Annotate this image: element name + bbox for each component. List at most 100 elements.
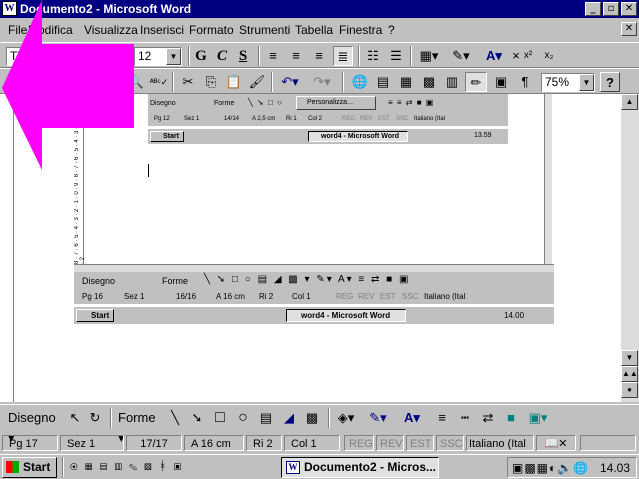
font-color-icon[interactable]: A▾ (480, 46, 508, 66)
maximize-button[interactable]: ▫ (603, 2, 619, 16)
start-button[interactable]: Start (2, 457, 57, 478)
dash-style-icon[interactable]: ┅ (455, 408, 475, 428)
document-map-icon[interactable]: ▣ (491, 72, 511, 92)
align-right-icon[interactable]: ≡ (310, 46, 328, 66)
line-style-icon[interactable]: ≡ (432, 408, 452, 428)
menu-formato[interactable]: Formato (189, 23, 234, 37)
menu-inserisci[interactable]: Inserisci (140, 23, 184, 37)
status-language[interactable]: Italiano (Ital (466, 435, 534, 451)
menu-help[interactable]: ? (388, 23, 395, 37)
document-close-button[interactable]: ✕ (621, 22, 637, 36)
font-size-select[interactable]: 12 ▼ (134, 47, 182, 66)
arrow-style-icon[interactable]: ⇄ (478, 408, 498, 428)
small-status-bar: Pg 12 Sez 1 14/14 A 2,5 cm Ri 1 Col 2 RE… (148, 114, 508, 126)
document-window-buttons: ✕ (621, 22, 637, 36)
status-line: Ri 2 (246, 435, 282, 451)
spelling-status-icon[interactable]: 📖✕ (536, 435, 576, 451)
tray-icons[interactable]: ▣▩▦◐🔈🌐 (512, 461, 589, 475)
select-objects-icon[interactable]: ↖ (66, 408, 84, 428)
excel-icon[interactable]: ▩ (419, 72, 439, 92)
help-button[interactable]: ? (600, 72, 620, 92)
pasted-screenshot-small: Disegno Forme ╲ ➘ □ ○ Personalizza... ≡ … (148, 94, 508, 146)
magenta-arrow-annotation (2, 0, 134, 170)
justify-icon[interactable]: ≣ (333, 46, 353, 66)
close-button[interactable]: ✕ (621, 2, 637, 16)
arrow-icon[interactable]: ➘ (188, 408, 206, 428)
show-formatting-icon[interactable]: ¶ (515, 72, 535, 92)
nested-forme-label: Forme (162, 276, 189, 286)
highlight-icon[interactable]: ✎▾ (446, 46, 476, 66)
status-ssc[interactable]: SSC (436, 435, 464, 451)
minimize-button[interactable]: _ (585, 2, 601, 16)
drawing-icon[interactable]: ✏ (465, 72, 487, 92)
insert-table-icon[interactable]: ▦ (396, 72, 416, 92)
align-left-icon[interactable]: ≡ (264, 46, 282, 66)
hyperlink-icon[interactable]: 🌐 (350, 72, 370, 92)
border-icon[interactable]: ▦▾ (416, 46, 442, 66)
personalizza-menu-item[interactable]: Personalizza... (296, 96, 376, 110)
scroll-up-icon[interactable]: ▲ (621, 94, 638, 110)
spelling-icon[interactable]: ᴬᴮᶜ✓ (148, 72, 170, 92)
paste-icon[interactable]: 📋 (224, 72, 244, 92)
underline-button[interactable]: S (234, 46, 252, 66)
drawing-toolbar: Disegno ▾ ↖ ↻ Forme ▾ ╲ ➘ □ ○ ▤ ◢ ▩ ◈▾ ✎… (0, 404, 639, 445)
disegno-menu[interactable]: Disegno ▾ (8, 408, 60, 445)
status-rec[interactable]: REG (344, 435, 374, 451)
font-size-value: 12 (138, 49, 152, 63)
zoom-select[interactable]: 75% ▼ (541, 73, 595, 92)
chevron-down-icon[interactable]: ▼ (166, 48, 181, 65)
bullet-list-icon[interactable]: ☰ (387, 46, 405, 66)
status-rev[interactable]: REV (376, 435, 404, 451)
columns-icon[interactable]: ▥ (442, 72, 462, 92)
3d-icon[interactable]: ▣▾ (524, 408, 552, 428)
clipart-icon[interactable]: ▩ (302, 408, 322, 428)
menu-strumenti[interactable]: Strumenti (239, 23, 290, 37)
text-cursor (148, 164, 149, 177)
shadow-icon[interactable]: ■ (501, 408, 521, 428)
tables-borders-icon[interactable]: ▤ (373, 72, 393, 92)
status-section: Sez 1 (60, 435, 124, 451)
menu-tabella[interactable]: Tabella (295, 23, 333, 37)
align-center-icon[interactable]: ≡ (287, 46, 305, 66)
undo-icon[interactable]: ↶▾ (276, 72, 304, 92)
cut-icon[interactable]: ✂ (178, 72, 198, 92)
status-empty (580, 435, 636, 451)
menu-finestra[interactable]: Finestra (339, 23, 382, 37)
wordart-icon[interactable]: ◢ (279, 408, 299, 428)
word-window: W Documento2 - Microsoft Word _ ▫ ✕ File… (0, 0, 639, 479)
textbox-icon[interactable]: ▤ (256, 408, 276, 428)
rectangle-icon[interactable]: □ (210, 408, 230, 428)
taskbar: Start ◉▦▤▥✎▩ᚼ▣ W Documento2 - Micros... … (0, 454, 639, 479)
scroll-down-icon[interactable]: ▼ (621, 350, 638, 366)
status-pages: 17/17 (126, 435, 182, 451)
chevron-down-icon[interactable]: ▼ (579, 74, 594, 91)
line-color-icon[interactable]: ✎▾ (364, 408, 392, 428)
zoom-value: 75% (545, 75, 570, 89)
task-documento2[interactable]: W Documento2 - Micros... (281, 457, 439, 478)
subscript-icon[interactable]: x₂ (542, 46, 556, 66)
windows-logo-icon (6, 461, 19, 473)
vertical-scrollbar[interactable]: ▲ ▼ ▲▲ ● (621, 94, 639, 402)
superscript-icon[interactable]: x² (521, 46, 535, 66)
line-icon[interactable]: ╲ (166, 408, 184, 428)
nested-disegno-label: Disegno (82, 276, 116, 286)
forme-menu[interactable]: Forme ▾ (118, 408, 162, 445)
format-painter-icon[interactable]: 🖌 (247, 72, 267, 92)
fill-color-icon[interactable]: ◈▾ (332, 408, 360, 428)
nested-status-bar: Pg 16 Sez 1 16/16 A 16 cm Ri 2 Col 1 REG… (74, 290, 554, 304)
italic-button[interactable]: C (213, 46, 231, 66)
status-page: Pg 17 (2, 435, 58, 451)
quick-launch-icons[interactable]: ◉▦▤▥✎▩ᚼ▣ (70, 458, 188, 473)
prev-page-icon[interactable]: ▲▲ (621, 366, 638, 382)
font-color-icon[interactable]: A▾ (398, 408, 426, 428)
free-rotate-icon[interactable]: ↻ (86, 408, 104, 428)
status-column: Col 1 (284, 435, 340, 451)
nested-taskbar: Start word4 - Microsoft Word 14.00 (74, 306, 554, 324)
bold-button[interactable]: G (192, 46, 210, 66)
redo-icon[interactable]: ↷▾ (308, 72, 336, 92)
browse-object-icon[interactable]: ● (621, 382, 638, 398)
numbered-list-icon[interactable]: ☷ (364, 46, 382, 66)
copy-icon[interactable]: ⎘ (201, 72, 221, 92)
status-est[interactable]: EST (406, 435, 434, 451)
oval-icon[interactable]: ○ (233, 408, 253, 428)
